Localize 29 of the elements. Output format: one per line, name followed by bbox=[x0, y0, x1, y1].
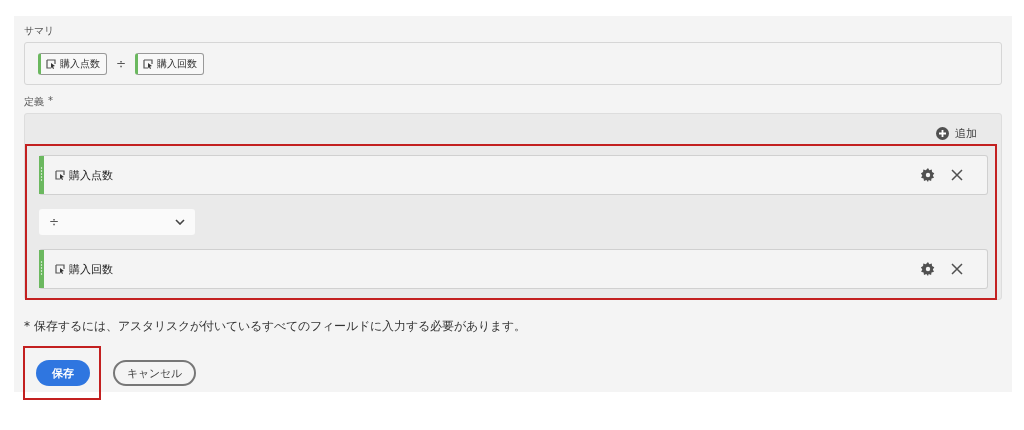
metric-chip[interactable]: 購入回数 bbox=[135, 52, 205, 75]
required-mark: * bbox=[48, 95, 53, 108]
section-label: 定義 bbox=[24, 95, 44, 109]
metric-name: 購入点数 bbox=[60, 56, 100, 71]
drag-handle-icon bbox=[39, 250, 44, 288]
metric-name: 購入点数 bbox=[69, 167, 113, 183]
save-button[interactable]: 保存 bbox=[36, 360, 90, 386]
add-button[interactable]: 追加 bbox=[936, 125, 977, 141]
required-note: * 保存するには、アスタリスクが付いているすべてのフィールドに入力する必要があります。 bbox=[24, 318, 527, 334]
metric-name: 購入回数 bbox=[69, 261, 113, 277]
metric-chip[interactable]: 購入点数 bbox=[38, 52, 107, 75]
settings-icon bbox=[921, 262, 935, 276]
metric-icon bbox=[46, 58, 56, 69]
section-label: サマリ bbox=[24, 24, 55, 38]
chevron-down-icon bbox=[175, 219, 185, 225]
settings-icon bbox=[921, 168, 935, 182]
metric-icon bbox=[55, 264, 65, 274]
metric-card[interactable]: 購入点数 bbox=[39, 155, 988, 195]
cancel-button[interactable]: キャンセル bbox=[113, 360, 196, 386]
close-icon bbox=[951, 263, 963, 275]
metric-icon bbox=[55, 170, 65, 180]
plus-circle-icon bbox=[936, 126, 949, 140]
operator-symbol: ÷ bbox=[116, 56, 127, 71]
metric-card[interactable]: 購入回数 bbox=[39, 249, 988, 289]
drag-handle-icon bbox=[39, 156, 44, 194]
metric-icon bbox=[143, 58, 154, 69]
metric-name: 購入回数 bbox=[157, 56, 198, 71]
operator-dropdown[interactable]: ÷ bbox=[39, 209, 195, 235]
close-icon bbox=[951, 169, 963, 181]
